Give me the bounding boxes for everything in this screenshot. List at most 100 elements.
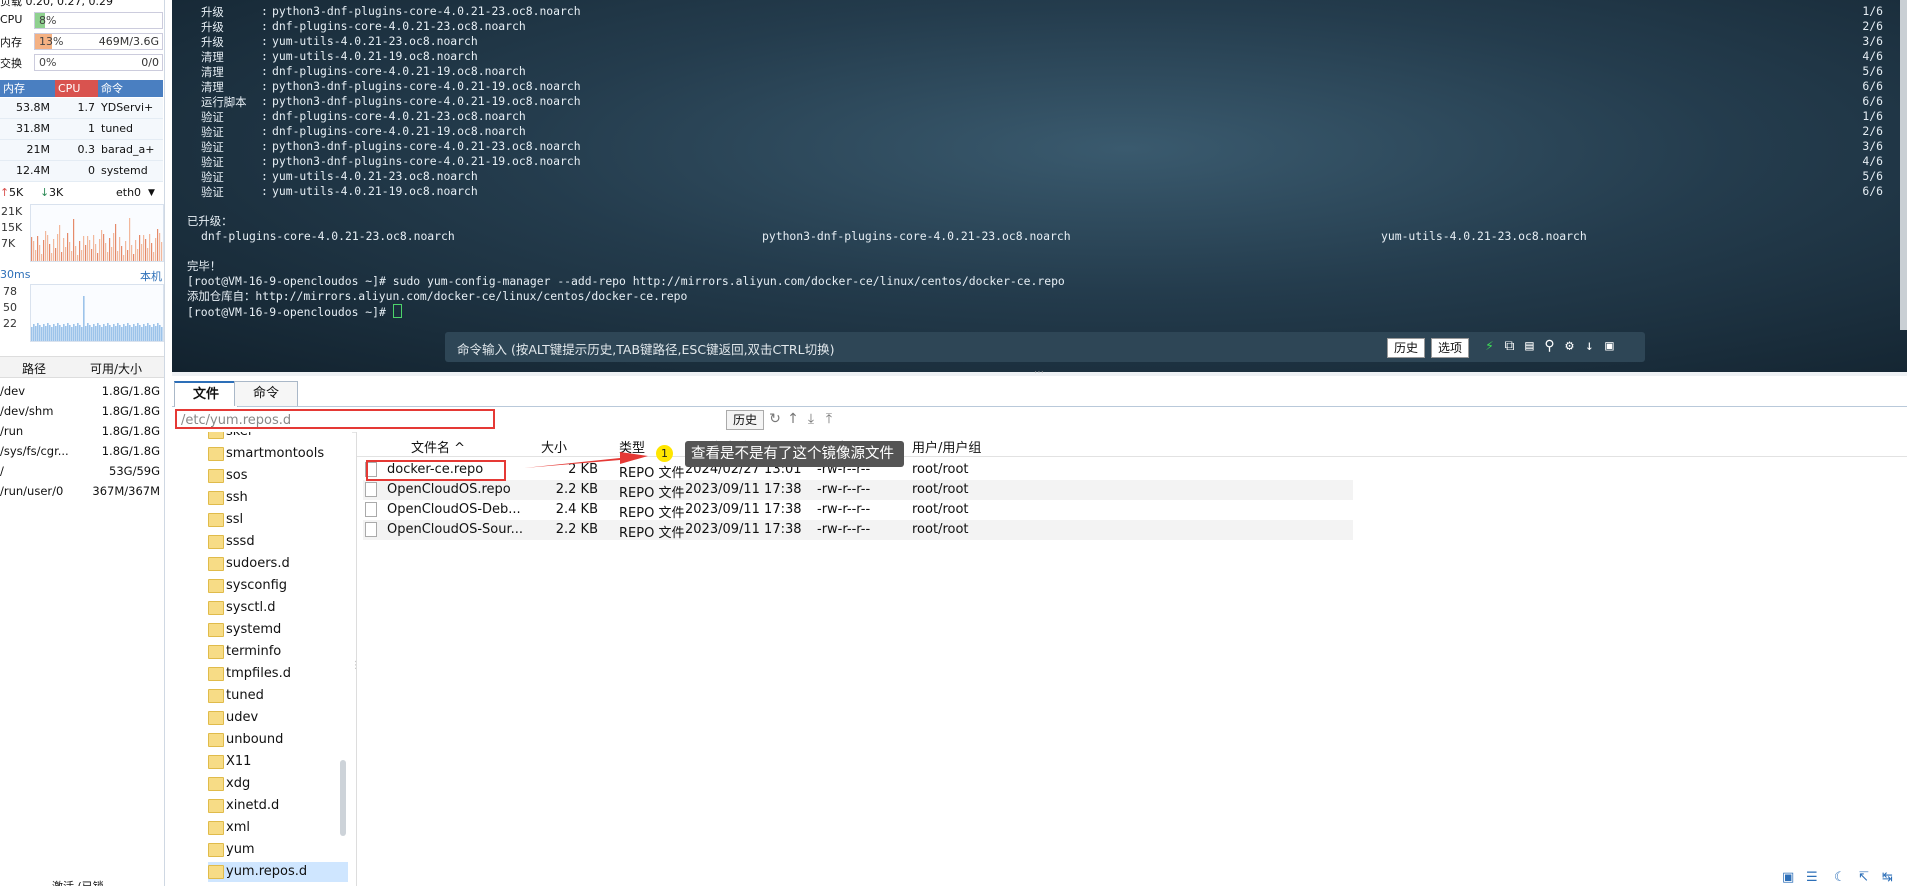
terminal-line-colon: : (261, 109, 268, 123)
disk-row[interactable]: /dev 1.8G/1.8G (0, 381, 164, 401)
table-row[interactable]: 12.4M 0 systemd (0, 161, 163, 182)
path-history-button[interactable]: 历史 (726, 410, 765, 430)
file-row[interactable]: OpenCloudOS-Deb... 2.4 KB REPO 文件 2023/09/1… (363, 500, 1353, 521)
upload-icon[interactable]: ⤒ (820, 410, 838, 428)
refresh-icon[interactable]: ↻ (766, 410, 784, 428)
tree-folder[interactable]: xdg (208, 774, 348, 794)
lightning-icon[interactable]: ⚡ (1481, 338, 1498, 355)
latency-value: 30ms (0, 268, 31, 281)
tree-folder[interactable]: terminfo (208, 642, 348, 662)
latency-bar (45, 326, 47, 341)
search-icon[interactable]: ⚲ (1541, 338, 1558, 355)
terminal-command-2: 添加仓库自：http://mirrors.aliyun.com/docker-c… (187, 289, 688, 303)
path-input[interactable]: /etc/yum.repos.d (175, 409, 495, 429)
col-owner[interactable]: 用户/用户组 (912, 437, 981, 456)
status-icon-3[interactable]: ↸ (1858, 870, 1869, 885)
terminal-prompt: [root@VM-16-9-opencloudos ~]# (187, 305, 393, 319)
network-bar (153, 252, 155, 261)
tree-folder[interactable]: X11 (208, 752, 348, 772)
terminal-line-action: 验证 (201, 170, 224, 184)
terminal-prompt-line[interactable]: [root@VM-16-9-opencloudos ~]# (187, 304, 402, 319)
tree-folder[interactable]: yum (208, 840, 348, 860)
proc-col-cpu[interactable]: CPU (55, 80, 98, 97)
window-icon[interactable]: ▣ (1601, 338, 1618, 355)
tree-folder[interactable]: sysconfig (208, 576, 348, 596)
proc-col-mem[interactable]: 内存 (0, 80, 55, 97)
latency-bar (135, 326, 137, 341)
tree-folder[interactable]: tuned (208, 686, 348, 706)
disk-row[interactable]: / 53G/59G (0, 461, 164, 481)
disk-row[interactable]: /sys/fs/cgr... 1.8G/1.8G (0, 441, 164, 461)
tree-folder[interactable]: tmpfiles.d (208, 664, 348, 684)
disk-table-header: 路径 可用/大小 (0, 356, 164, 378)
tree-folder[interactable]: xml (208, 818, 348, 838)
latency-bar (89, 325, 91, 341)
network-bar (161, 242, 163, 261)
tree-folder[interactable]: unbound (208, 730, 348, 750)
proc-cmd: tuned (101, 122, 134, 135)
table-row[interactable]: 31.8M 1 tuned (0, 119, 163, 140)
tree-folder[interactable]: skel (208, 432, 348, 442)
tree-folder[interactable]: sudoers.d (208, 554, 348, 574)
latency-target[interactable]: 本机 (140, 268, 162, 284)
status-icon-4[interactable]: ↹ (1882, 870, 1893, 885)
process-table: 53.8M 1.7 YDServi+ 31.8M 1 tuned 21M 0.3… (0, 98, 163, 182)
tree-folder[interactable]: ssh (208, 488, 348, 508)
terminal-scrollbar[interactable] (1900, 0, 1907, 330)
tree-folder[interactable]: smartmontools (208, 444, 348, 464)
file-row[interactable]: OpenCloudOS.repo 2.2 KB REPO 文件 2023/09/11 … (363, 480, 1353, 501)
status-icon-1[interactable]: ▣ (1782, 870, 1794, 885)
options-button[interactable]: 选项 (1431, 338, 1470, 358)
disk-col-path[interactable]: 路径 (22, 360, 46, 377)
tab-files[interactable]: 文件 (174, 381, 239, 407)
paste-icon[interactable]: ▤ (1521, 338, 1538, 355)
tree-folder[interactable]: sysctl.d (208, 598, 348, 618)
command-input-hint[interactable]: 命令输入 (按ALT键提示历史,TAB键路径,ESC键返回,双击CTRL切换) (457, 339, 834, 358)
tree-folder[interactable]: udev (208, 708, 348, 728)
command-input-bar[interactable]: 命令输入 (按ALT键提示历史,TAB键路径,ESC键返回,双击CTRL切换) … (445, 332, 1645, 362)
disk-row[interactable]: /dev/shm 1.8G/1.8G (0, 401, 164, 421)
tree-folder[interactable]: sssd (208, 532, 348, 552)
tree-scrollbar[interactable] (340, 760, 346, 836)
history-button[interactable]: 历史 (1387, 338, 1426, 358)
download-arrow-icon[interactable]: ↓ (1581, 338, 1598, 355)
tree-folder[interactable]: systemd (208, 620, 348, 640)
network-bar (117, 251, 119, 261)
network-interface[interactable]: eth0 (116, 186, 141, 199)
chevron-down-icon[interactable]: ▼ (148, 188, 155, 198)
disk-row[interactable]: /run 1.8G/1.8G (0, 421, 164, 441)
swap-meter: 0% 0/0 (34, 54, 163, 71)
col-name[interactable]: 文件名 ^ (411, 437, 465, 456)
proc-col-cmd[interactable]: 命令 (98, 80, 163, 97)
tree-folder[interactable]: yum.repos.d (208, 862, 348, 882)
disk-row[interactable]: /run/user/0 367M/367M (0, 481, 164, 501)
file-row[interactable]: OpenCloudOS-Sour... 2.2 KB REPO 文件 2023/09/… (363, 520, 1353, 541)
latency-bar (83, 296, 85, 341)
folder-icon (208, 667, 224, 681)
network-bar (141, 244, 143, 261)
status-icon-2[interactable]: ☰ (1806, 870, 1818, 885)
download-icon[interactable]: ⤓ (802, 410, 820, 428)
tree-folder[interactable]: xinetd.d (208, 796, 348, 816)
network-bar (131, 245, 133, 261)
up-directory-icon[interactable]: ↑ (784, 410, 802, 428)
file-name: OpenCloudOS.repo (387, 482, 511, 497)
terminal-line-action: 清理 (201, 80, 224, 94)
table-row[interactable]: 21M 0.3 barad_a+ (0, 140, 163, 161)
folder-icon (208, 557, 224, 571)
tab-commands[interactable]: 命令 (234, 381, 299, 406)
file-mtime: 2023/09/11 17:38 (685, 482, 802, 497)
network-bar (89, 240, 91, 261)
terminal-line-package: python3-dnf-plugins-core-4.0.21-23.oc8.n… (272, 4, 581, 18)
gear-icon[interactable]: ⚙ (1561, 338, 1578, 355)
tree-folder[interactable]: sos (208, 466, 348, 486)
disk-col-size[interactable]: 可用/大小 (90, 360, 142, 377)
tree-folder[interactable]: ssl (208, 510, 348, 530)
network-bars (31, 218, 163, 261)
copy-icon[interactable]: ⧉ (1501, 338, 1518, 355)
folder-icon (208, 623, 224, 637)
latency-bar (61, 327, 63, 341)
table-row[interactable]: 53.8M 1.7 YDServi+ (0, 98, 163, 119)
terminal-panel[interactable]: 升级: python3-dnf-plugins-core-4.0.21-23.oc… (172, 0, 1907, 372)
moon-icon[interactable]: ☾ (1834, 870, 1846, 885)
